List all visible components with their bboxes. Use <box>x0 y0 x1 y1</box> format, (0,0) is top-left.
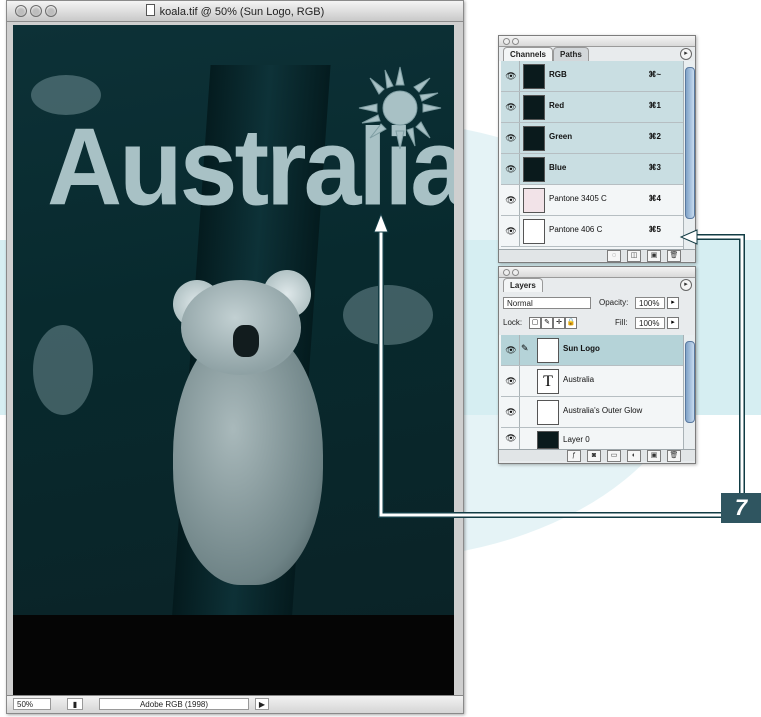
callout-arrow-up-icon <box>373 212 389 233</box>
callout-line-shadow <box>378 222 745 518</box>
callout-line <box>379 222 744 517</box>
callout-overlay <box>373 212 745 518</box>
step-badge: 7 <box>721 493 761 523</box>
callout-arrow-left-icon <box>679 229 698 245</box>
